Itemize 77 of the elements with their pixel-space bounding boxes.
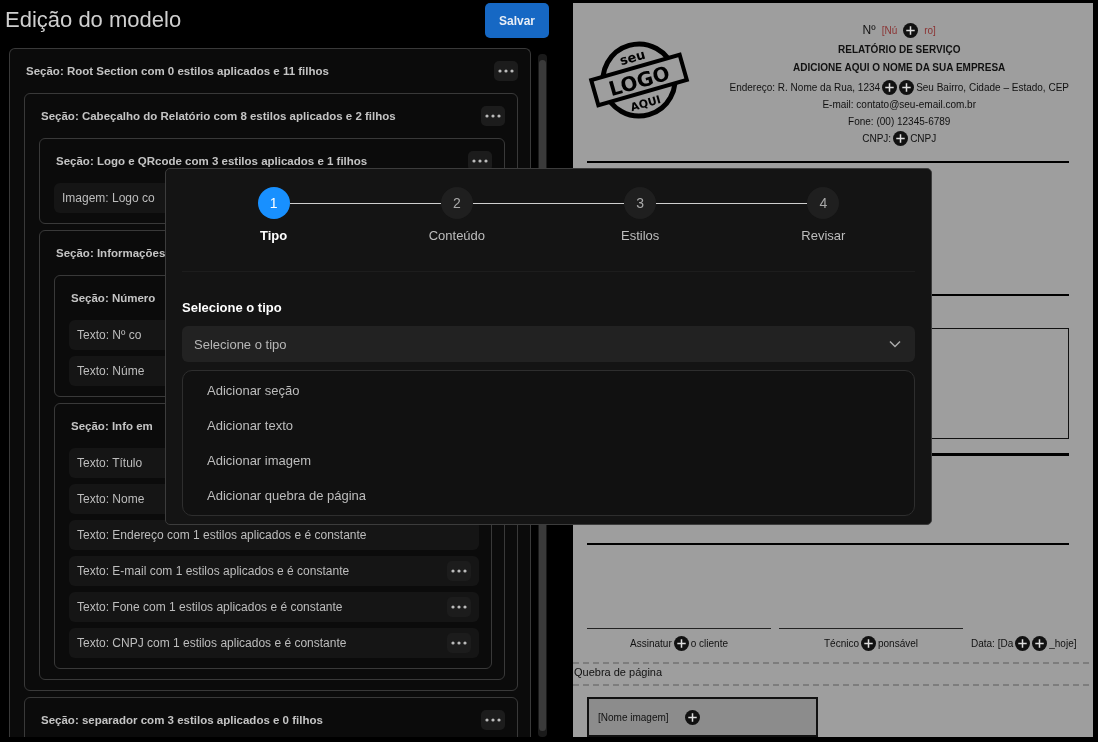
tree-item[interactable]: Texto: Fone com 1 estilos aplicados e é constante bbox=[69, 592, 479, 622]
report-title: RELATÓRIO DE SERVIÇO bbox=[838, 44, 961, 57]
item-label: Texto: CNPJ com 1 estilos aplicados e é constante bbox=[77, 636, 347, 650]
plus-icon[interactable] bbox=[1015, 635, 1031, 651]
document-text: E-mail: contato@seu-email.com.br bbox=[822, 98, 976, 110]
step-label: Revisar bbox=[801, 228, 846, 243]
more-button[interactable] bbox=[447, 597, 471, 617]
plus-icon[interactable] bbox=[882, 79, 898, 95]
step-label: Conteúdo bbox=[428, 228, 486, 243]
page-break-label: Quebra de página bbox=[573, 666, 664, 681]
item-label: Texto: Título bbox=[77, 456, 143, 470]
document-text: _hoje] bbox=[1049, 637, 1077, 649]
tree-item[interactable]: Texto: E-mail com 1 estilos aplicados e é constante bbox=[69, 556, 479, 586]
document-text: CNPJ bbox=[910, 132, 937, 144]
ellipsis-icon bbox=[451, 569, 467, 573]
step-circle[interactable]: 4 bbox=[807, 187, 840, 219]
ellipsis-icon bbox=[485, 114, 501, 118]
more-button[interactable] bbox=[481, 710, 505, 730]
plus-icon[interactable] bbox=[861, 635, 876, 651]
placeholder-text: [Nú bbox=[881, 24, 898, 36]
dropdown-option[interactable]: Adicionar quebra de página bbox=[183, 478, 914, 513]
page-title: Edição do modelo bbox=[5, 7, 182, 33]
step-circle[interactable]: 3 bbox=[624, 187, 657, 219]
more-button[interactable] bbox=[481, 106, 505, 126]
placeholder-text: ro] bbox=[924, 24, 936, 36]
section-title: Seção: Root Section com 0 estilos aplicados e 11 filhos bbox=[26, 65, 329, 77]
ellipsis-icon bbox=[472, 159, 488, 163]
plus-icon[interactable] bbox=[893, 130, 909, 146]
document-text: Seu Bairro, Cidade – Estado, CEP bbox=[916, 81, 1069, 93]
chevron-down-icon bbox=[889, 340, 901, 348]
section-title: Seção: Número bbox=[71, 292, 156, 304]
more-button[interactable] bbox=[468, 151, 492, 171]
plus-icon[interactable] bbox=[1032, 635, 1048, 651]
ellipsis-icon bbox=[498, 69, 514, 73]
item-label: Texto: Nome bbox=[77, 492, 145, 506]
tree-item[interactable]: Texto: CNPJ com 1 estilos aplicados e é constante bbox=[69, 628, 479, 658]
document-text: Assinatur bbox=[630, 637, 672, 649]
save-button[interactable]: Salvar bbox=[485, 3, 549, 38]
item-label: Texto: Nº co bbox=[77, 328, 142, 342]
dropdown-option[interactable]: Adicionar texto bbox=[183, 408, 914, 443]
item-label: Texto: Endereço com 1 estilos aplicados e é constante bbox=[77, 528, 367, 542]
plus-icon[interactable] bbox=[903, 22, 919, 38]
step-circle[interactable]: 2 bbox=[440, 187, 473, 219]
step-label: Tipo bbox=[260, 228, 288, 243]
number-label: Nº bbox=[862, 23, 876, 37]
dropdown-option[interactable]: Adicionar seção bbox=[183, 373, 914, 408]
document-text: Data: [Da bbox=[971, 637, 1014, 649]
ellipsis-icon bbox=[451, 605, 467, 609]
ellipsis-icon bbox=[451, 641, 467, 645]
section-title: Seção: Cabeçalho do Relatório com 8 estilos aplicados e 2 filhos bbox=[41, 110, 396, 122]
item-label: Texto: Fone com 1 estilos aplicados e é constante bbox=[77, 600, 343, 614]
document-text: o cliente bbox=[690, 637, 728, 649]
item-label: Texto: Núme bbox=[77, 364, 145, 378]
plus-icon[interactable] bbox=[684, 709, 700, 725]
dropdown-option[interactable]: Adicionar imagem bbox=[183, 443, 914, 478]
document-text: [Nome imagem] bbox=[598, 711, 669, 723]
more-button[interactable] bbox=[447, 633, 471, 653]
type-select[interactable]: Selecione o tipo bbox=[182, 326, 915, 362]
item-label: Imagem: Logo co bbox=[62, 191, 155, 205]
document-text: ponsável bbox=[878, 637, 918, 649]
document-text: Endereço: R. Nome da Rua, 1234 bbox=[729, 81, 881, 93]
section-title: Seção: separador com 3 estilos aplicados e 0 filhos bbox=[41, 714, 323, 726]
document-text: Técnico bbox=[823, 637, 859, 649]
plus-icon[interactable] bbox=[899, 79, 915, 95]
document-text: CNPJ: bbox=[862, 132, 892, 144]
section-title: Seção: Info em bbox=[71, 420, 153, 432]
item-label: Texto: E-mail com 1 estilos aplicados e é constante bbox=[77, 564, 350, 578]
document-text: Fone: (00) 12345-6789 bbox=[848, 115, 951, 127]
more-button[interactable] bbox=[447, 561, 471, 581]
field-label: Selecione o tipo bbox=[182, 300, 283, 315]
section-title: Seção: Informações bbox=[56, 247, 166, 259]
section-title: Seção: Logo e QRcode com 3 estilos aplicados e 1 filhos bbox=[56, 155, 368, 167]
company-name: ADICIONE AQUI O NOME DA SUA EMPRESA bbox=[793, 62, 1006, 75]
more-button[interactable] bbox=[494, 61, 518, 81]
plus-icon[interactable] bbox=[673, 635, 689, 651]
step-label: Estilos bbox=[620, 228, 660, 243]
ellipsis-icon bbox=[485, 718, 501, 722]
